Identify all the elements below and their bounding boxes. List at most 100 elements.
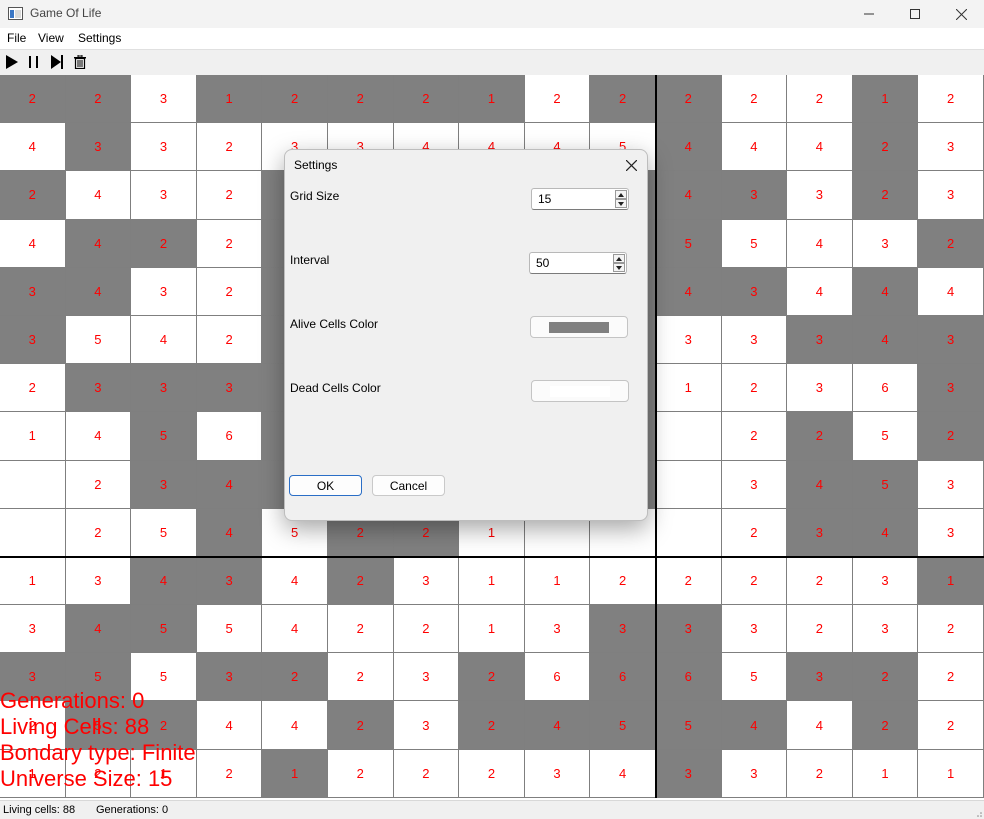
grid-size-input[interactable] bbox=[532, 189, 612, 209]
grid-cell[interactable]: 3 bbox=[787, 653, 853, 702]
grid-cell[interactable]: 3 bbox=[655, 749, 722, 798]
grid-cell[interactable]: 3 bbox=[918, 123, 984, 172]
grid-cell[interactable]: 4 bbox=[0, 219, 66, 268]
grid-cell[interactable]: 2 bbox=[459, 653, 525, 702]
grid-cell[interactable]: 1 bbox=[459, 605, 525, 654]
grid-cell[interactable]: 1 bbox=[852, 75, 919, 124]
cancel-button[interactable]: Cancel bbox=[372, 475, 445, 496]
dead-color-button[interactable] bbox=[531, 380, 629, 402]
grid-cell[interactable]: 2 bbox=[524, 75, 591, 124]
grid-cell[interactable]: 6 bbox=[852, 364, 919, 413]
grid-cell[interactable]: 4 bbox=[655, 267, 722, 316]
grid-cell[interactable]: 2 bbox=[918, 701, 984, 750]
grid-cell[interactable]: 2 bbox=[459, 701, 525, 750]
grid-cell[interactable]: 4 bbox=[262, 556, 328, 606]
grid-cell[interactable]: 2 bbox=[327, 556, 394, 606]
grid-cell[interactable]: 2 bbox=[787, 75, 853, 124]
grid-cell[interactable]: 4 bbox=[655, 171, 722, 220]
grid-cell[interactable]: 3 bbox=[721, 315, 788, 365]
grid-cell[interactable]: 2 bbox=[787, 556, 853, 606]
grid-cell[interactable]: 3 bbox=[721, 171, 788, 220]
grid-cell[interactable]: 3 bbox=[131, 75, 197, 124]
grid-cell[interactable]: 3 bbox=[852, 219, 919, 268]
grid-cell[interactable]: 2 bbox=[721, 364, 788, 413]
grid-cell[interactable]: 6 bbox=[590, 653, 656, 702]
grid-cell[interactable]: 6 bbox=[196, 412, 263, 461]
grid-cell[interactable]: 3 bbox=[918, 460, 984, 509]
grid-cell[interactable]: 5 bbox=[655, 701, 722, 750]
grid-cell[interactable]: 2 bbox=[393, 75, 460, 124]
step-button[interactable] bbox=[49, 54, 65, 70]
menu-settings[interactable]: Settings bbox=[78, 31, 121, 45]
grid-cell[interactable]: 1 bbox=[0, 412, 66, 461]
clear-button[interactable] bbox=[72, 54, 88, 70]
grid-cell[interactable]: 3 bbox=[655, 605, 722, 654]
grid-cell[interactable]: 2 bbox=[262, 75, 328, 124]
grid-cell[interactable]: 2 bbox=[721, 75, 788, 124]
grid-cell[interactable]: 5 bbox=[655, 219, 722, 268]
grid-cell[interactable]: 4 bbox=[721, 123, 788, 172]
grid-cell[interactable]: 2 bbox=[655, 556, 722, 606]
grid-cell[interactable]: 1 bbox=[196, 75, 263, 124]
grid-cell[interactable]: 3 bbox=[918, 171, 984, 220]
grid-cell[interactable]: 3 bbox=[852, 605, 919, 654]
alive-color-button[interactable] bbox=[530, 316, 628, 338]
grid-cell[interactable]: 4 bbox=[196, 460, 263, 509]
grid-cell[interactable]: 3 bbox=[721, 460, 788, 509]
grid-cell[interactable]: 2 bbox=[393, 749, 460, 798]
grid-cell[interactable]: 4 bbox=[524, 701, 591, 750]
grid-cell[interactable]: 2 bbox=[852, 701, 919, 750]
grid-cell[interactable]: 2 bbox=[721, 412, 788, 461]
grid-cell[interactable]: 6 bbox=[655, 653, 722, 702]
grid-cell[interactable]: 5 bbox=[721, 219, 788, 268]
grid-cell[interactable]: 2 bbox=[787, 605, 853, 654]
interval-spinbox[interactable] bbox=[529, 252, 627, 274]
grid-cell[interactable]: 4 bbox=[65, 412, 132, 461]
grid-cell[interactable]: 1 bbox=[918, 749, 984, 798]
grid-cell[interactable]: 2 bbox=[65, 460, 132, 509]
grid-cell[interactable]: 4 bbox=[0, 123, 66, 172]
grid-cell[interactable]: 3 bbox=[65, 123, 132, 172]
grid-cell[interactable]: 4 bbox=[65, 219, 132, 268]
grid-cell[interactable]: 5 bbox=[131, 412, 197, 461]
grid-cell[interactable]: 5 bbox=[590, 701, 656, 750]
grid-cell[interactable]: 4 bbox=[787, 460, 853, 509]
grid-cell[interactable]: 2 bbox=[327, 605, 394, 654]
grid-cell[interactable]: 4 bbox=[787, 123, 853, 172]
grid-cell[interactable]: 5 bbox=[852, 460, 919, 509]
grid-cell[interactable]: 1 bbox=[0, 556, 66, 606]
grid-cell[interactable]: 5 bbox=[196, 605, 263, 654]
grid-cell[interactable]: 2 bbox=[196, 171, 263, 220]
grid-cell[interactable]: 3 bbox=[131, 267, 197, 316]
grid-cell[interactable]: 5 bbox=[721, 653, 788, 702]
grid-cell[interactable]: 3 bbox=[131, 171, 197, 220]
grid-cell[interactable]: 3 bbox=[393, 653, 460, 702]
grid-cell[interactable]: 2 bbox=[590, 75, 656, 124]
grid-cell[interactable]: 3 bbox=[65, 364, 132, 413]
grid-cell[interactable]: 2 bbox=[131, 219, 197, 268]
grid-cell[interactable]: 2 bbox=[918, 653, 984, 702]
grid-cell[interactable]: 3 bbox=[196, 364, 263, 413]
grid-cell[interactable]: 6 bbox=[524, 653, 591, 702]
grid-cell[interactable]: 2 bbox=[196, 219, 263, 268]
play-button[interactable] bbox=[4, 54, 20, 70]
grid-cell[interactable]: 2 bbox=[327, 75, 394, 124]
grid-cell[interactable]: 5 bbox=[131, 605, 197, 654]
grid-cell[interactable]: 2 bbox=[655, 75, 722, 124]
grid-cell[interactable]: 4 bbox=[918, 267, 984, 316]
grid-size-up-button[interactable] bbox=[615, 190, 627, 199]
grid-cell[interactable]: 3 bbox=[787, 364, 853, 413]
grid-cell[interactable]: 3 bbox=[0, 315, 66, 365]
grid-cell[interactable]: 2 bbox=[459, 749, 525, 798]
grid-cell[interactable]: 3 bbox=[918, 508, 984, 557]
maximize-button[interactable] bbox=[892, 0, 938, 28]
interval-up-button[interactable] bbox=[613, 254, 625, 263]
grid-cell[interactable]: 2 bbox=[0, 364, 66, 413]
grid-cell[interactable]: 3 bbox=[721, 605, 788, 654]
grid-cell[interactable]: 3 bbox=[852, 556, 919, 606]
grid-cell[interactable]: 4 bbox=[852, 508, 919, 557]
grid-cell[interactable]: 2 bbox=[65, 508, 132, 557]
grid-cell[interactable]: 1 bbox=[918, 556, 984, 606]
resize-grip-icon[interactable] bbox=[974, 809, 982, 817]
grid-cell[interactable]: 4 bbox=[721, 701, 788, 750]
